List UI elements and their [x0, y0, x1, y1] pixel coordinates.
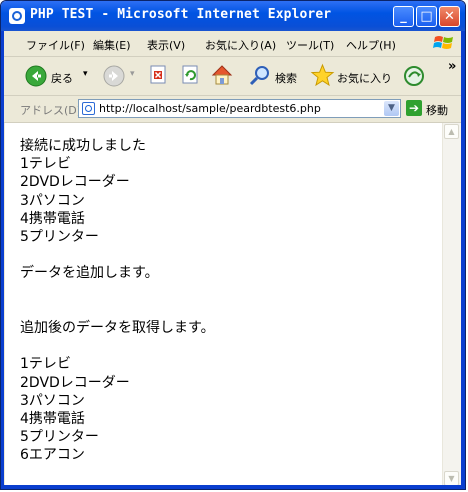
text-line: 3パソコン — [20, 192, 85, 209]
text-line — [20, 283, 215, 301]
maximize-button[interactable]: □ — [416, 6, 437, 27]
windows-logo-icon — [433, 36, 453, 49]
menu-tools[interactable]: ツール(T) — [286, 37, 334, 53]
menu-edit[interactable]: 編集(E) — [93, 37, 131, 53]
search-icon — [249, 66, 269, 86]
back-dropdown-arrow-icon[interactable]: ▾ — [83, 69, 88, 79]
text-line: 2DVDレコーダー — [20, 374, 130, 391]
window-title: PHP TEST - Microsoft Internet Explorer — [30, 7, 332, 22]
forward-button[interactable] — [103, 65, 125, 87]
search-label[interactable]: 検索 — [275, 70, 297, 86]
title-bar[interactable]: PHP TEST - Microsoft Internet Explorer _… — [1, 1, 465, 31]
stop-icon — [150, 65, 166, 84]
refresh-icon — [182, 65, 198, 84]
window-frame-right — [461, 31, 465, 489]
address-input[interactable]: http://localhost/sample/peardbtest6.php … — [78, 99, 401, 118]
refresh-button[interactable] — [181, 65, 201, 85]
text-line: 4携帯電話 — [20, 210, 85, 227]
text-line — [20, 337, 215, 355]
toolbar-overflow-chevron-icon[interactable]: » — [448, 59, 456, 74]
text-line: 6エアコン — [20, 447, 85, 464]
menu-favorites[interactable]: お気に入り(A) — [205, 37, 276, 53]
favorites-label[interactable]: お気に入り — [337, 70, 392, 86]
address-url[interactable]: http://localhost/sample/peardbtest6.php — [99, 102, 321, 115]
favorites-icon — [310, 63, 335, 87]
menu-bar: ファイル(F) 編集(E) 表示(V) お気に入り(A) ツール(T) ヘルプ(… — [1, 31, 465, 57]
home-icon — [211, 65, 233, 85]
text-line — [20, 301, 215, 319]
text-line: 5プリンター — [20, 429, 99, 446]
search-button[interactable] — [248, 64, 272, 88]
address-label: アドレス(D) — [20, 104, 82, 117]
forward-icon — [103, 65, 125, 87]
text-line: 2DVDレコーダー — [20, 174, 130, 191]
vertical-scrollbar[interactable]: ▲ ▼ — [442, 123, 461, 487]
text-line: 5プリンター — [20, 229, 99, 246]
stop-button[interactable] — [149, 65, 169, 85]
window-frame-left — [1, 31, 4, 489]
back-label[interactable]: 戻る — [51, 70, 73, 86]
forward-dropdown-arrow-icon[interactable]: ▾ — [130, 69, 135, 79]
page-content: 接続に成功しました 1テレビ 2DVDレコーダー 3パソコン 4携帯電話 5プリンター デ… — [5, 123, 442, 487]
home-button[interactable] — [210, 63, 234, 87]
media-icon — [404, 66, 424, 86]
page-favicon-icon — [82, 102, 95, 115]
media-button[interactable] — [403, 65, 425, 87]
address-bar: アドレス(D) http://localhost/sample/peardbte… — [1, 96, 465, 123]
text-line: 接続に成功しました — [20, 138, 146, 154]
close-button[interactable]: ✕ — [439, 6, 460, 27]
text-line: 3パソコン — [20, 392, 85, 409]
back-icon — [25, 65, 47, 87]
address-dropdown-icon[interactable]: ▼ — [384, 101, 399, 116]
go-button-label[interactable]: 移動 — [426, 102, 448, 118]
text-line: 4携帯電話 — [20, 411, 85, 428]
go-arrow-icon[interactable]: ➔ — [406, 100, 422, 116]
text-line: データを追加します。 — [20, 265, 159, 282]
menu-help[interactable]: ヘルプ(H) — [346, 37, 396, 53]
text-line: 1テレビ — [20, 156, 71, 173]
text-line: 追加後のデータを取得します。 — [20, 320, 215, 337]
minimize-button[interactable]: _ — [393, 6, 414, 27]
back-button[interactable] — [25, 65, 47, 87]
window-frame-bottom — [1, 485, 465, 489]
standard-toolbar: 戻る ▾ ▾ 検索 お気に入り » — [1, 57, 465, 96]
page-text: 接続に成功しました 1テレビ 2DVDレコーダー 3パソコン 4携帯電話 5プリンター デ… — [20, 137, 215, 465]
menu-view[interactable]: 表示(V) — [147, 37, 185, 53]
text-line: 1テレビ — [20, 356, 71, 373]
menu-file[interactable]: ファイル(F) — [26, 37, 85, 53]
browser-window: PHP TEST - Microsoft Internet Explorer _… — [0, 0, 466, 490]
text-line — [20, 246, 215, 264]
scroll-up-arrow-icon[interactable]: ▲ — [444, 124, 459, 139]
scroll-down-arrow-icon[interactable]: ▼ — [444, 471, 459, 486]
favorites-button[interactable] — [310, 63, 335, 88]
ie-app-icon — [9, 8, 25, 24]
